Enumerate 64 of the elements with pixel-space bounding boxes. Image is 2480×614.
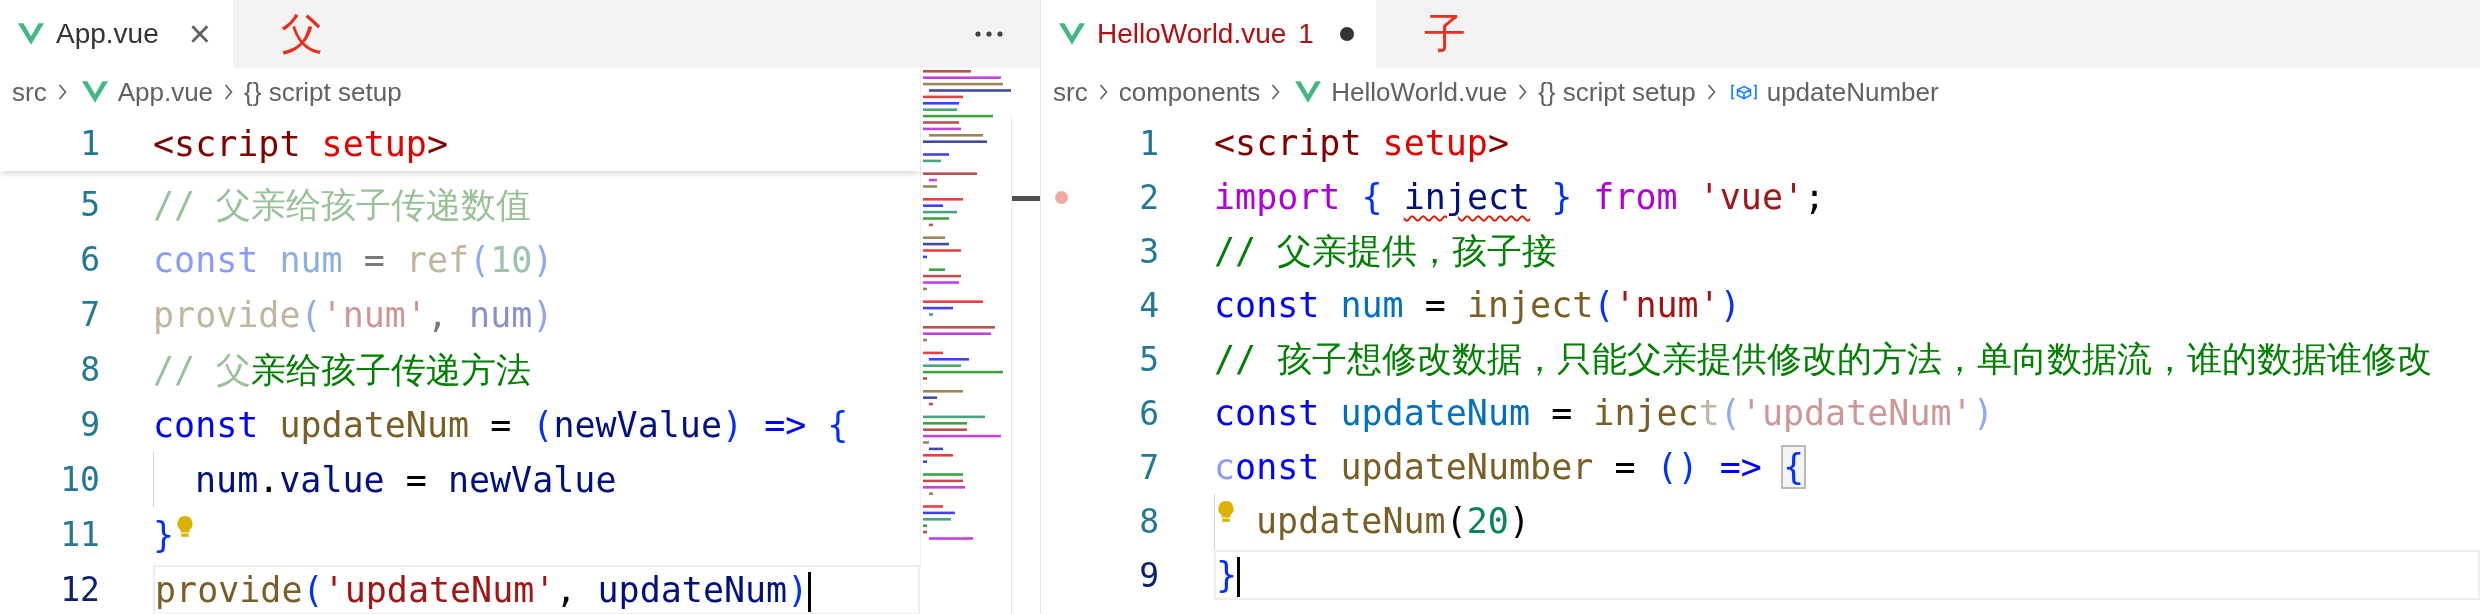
- overview-ruler-mark: [1012, 196, 1040, 201]
- editor-tab[interactable]: HelloWorld.vue 1: [1041, 0, 1376, 68]
- code-line: const num = ref(10): [153, 238, 554, 282]
- line-number: 5: [1138, 339, 1159, 379]
- more-actions-icon[interactable]: [974, 30, 1004, 38]
- line-number: 3: [1138, 231, 1159, 271]
- line-number: 12: [59, 570, 100, 609]
- line-number: 11: [59, 515, 100, 554]
- code-line: <script setup>: [153, 122, 449, 166]
- line-number: 6: [79, 240, 100, 279]
- code-line: provide('num', num): [153, 293, 554, 337]
- line-number: 2: [1138, 177, 1159, 217]
- code-line: updateNum(20): [1256, 500, 1530, 543]
- breadcrumb-item[interactable]: src: [1053, 76, 1088, 108]
- breakpoint-dot-icon[interactable]: [1054, 190, 1068, 204]
- line-number: 6: [1138, 393, 1159, 433]
- chevron-right-icon: [1705, 83, 1717, 101]
- code-line: // 父亲给孩子传递数值: [153, 183, 532, 227]
- editor-tab[interactable]: App.vue ×: [0, 0, 233, 68]
- code-line: num.value = newValue: [195, 458, 617, 502]
- chevron-right-icon: [1270, 83, 1282, 101]
- breadcrumb-item[interactable]: src: [12, 76, 47, 108]
- line-number: 9: [1138, 555, 1159, 595]
- line-number: 10: [59, 460, 100, 499]
- vue-logo-icon: [81, 81, 108, 103]
- line-number: 8: [1138, 501, 1159, 541]
- annotation-text: 父: [280, 8, 323, 60]
- breadcrumb-item[interactable]: components: [1118, 76, 1261, 108]
- code-line: const updateNum = (newValue) => {: [153, 403, 849, 447]
- code-line: // 父亲给孩子传递方法: [153, 348, 532, 392]
- line-number: 7: [1138, 447, 1159, 487]
- line-number: 7: [79, 295, 100, 334]
- line-number: 8: [79, 350, 100, 389]
- vue-logo-icon: [18, 23, 44, 45]
- chevron-right-icon: [56, 83, 68, 101]
- vue-logo-icon: [1295, 81, 1322, 103]
- close-button[interactable]: ×: [188, 15, 211, 53]
- code-line: const num = inject('num'): [1214, 284, 1741, 327]
- problem-count: 1: [1298, 18, 1314, 50]
- chevron-right-icon: [1097, 83, 1109, 101]
- code-line: // 孩子想修改数据，只能父亲提供修改的方法，单向数据流，谁的数据谁修改: [1214, 338, 2433, 381]
- cube-icon: [1730, 82, 1757, 102]
- minimap-drawing[interactable]: [920, 68, 1011, 568]
- annotation-text: 子: [1423, 8, 1466, 60]
- code-line: }: [153, 513, 175, 557]
- line-number: 4: [1138, 285, 1159, 325]
- vue-logo-icon: [1059, 23, 1085, 45]
- code-line: import { inject } from 'vue';: [1214, 176, 1826, 219]
- line-number: 1: [79, 124, 100, 163]
- unsaved-dot-icon[interactable]: [1339, 27, 1354, 41]
- code-line: // 父亲提供，孩子接: [1214, 230, 1558, 273]
- breadcrumb-item[interactable]: {} script setup: [1538, 76, 1696, 108]
- line-number: 1: [1138, 123, 1159, 163]
- code-line: const updateNumber = () => {: [1214, 446, 1805, 489]
- code-line: <script setup>: [1214, 122, 1510, 165]
- breadcrumb-item[interactable]: updateNumber: [1766, 76, 1939, 108]
- line-number: 5: [79, 185, 100, 224]
- breadcrumb-item[interactable]: HelloWorld.vue: [1331, 76, 1508, 108]
- code-line: const updateNum = inject('updateNum'): [1214, 392, 1994, 435]
- chevron-right-icon: [1517, 83, 1529, 101]
- line-number: 9: [79, 405, 100, 444]
- chevron-right-icon: [223, 83, 235, 101]
- breadcrumb-item[interactable]: {} script setup: [244, 76, 402, 108]
- breadcrumb-item[interactable]: App.vue: [117, 76, 214, 108]
